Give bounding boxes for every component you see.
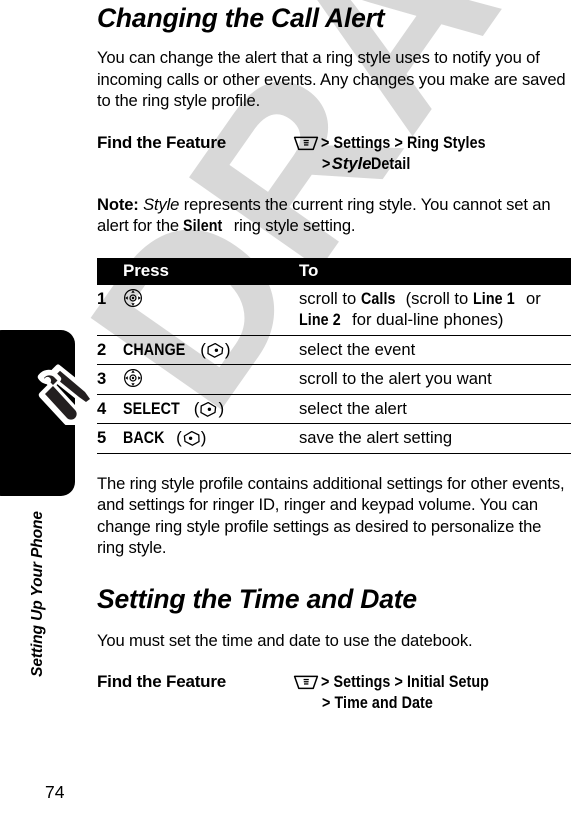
- table-row: 3 scroll to the alert you want: [97, 364, 571, 395]
- step-press-cell: SELECT ( ): [123, 394, 299, 425]
- step-press-label: CHANGE: [123, 339, 186, 359]
- page-title-2: Setting the Time and Date: [97, 583, 417, 614]
- step-number: 2: [97, 335, 123, 366]
- soft-key-right-icon: [206, 342, 225, 359]
- find-the-feature-path: > Settings > Ring Styles > Style Detail: [293, 132, 571, 174]
- step-number: 4: [97, 394, 123, 425]
- path-line2-suffix: Detail: [371, 153, 411, 173]
- steps-table-header-to: To: [299, 257, 571, 285]
- steps-table-header-press: Press: [123, 257, 299, 285]
- step-number: 5: [97, 423, 123, 454]
- find-the-feature-path-line2: > Style Detail: [293, 153, 571, 174]
- find-the-feature-block-1: Find the Feature > Settings > Ring Style…: [97, 132, 571, 174]
- step-action-t2: (scroll to: [400, 288, 473, 308]
- step-action-cell: select the event: [299, 335, 571, 366]
- step-action-t6: for dual-line phones): [347, 310, 504, 330]
- section-2-intro-paragraph: You must set the time and date to use th…: [97, 630, 473, 650]
- manual-page: Setting Up Your Phone 74 Changing the Ca…: [0, 0, 580, 819]
- step-number: 1: [97, 284, 123, 336]
- find-the-feature-path-2-text-2: > Time and Date: [322, 693, 433, 713]
- step-action-t0: scroll to: [299, 288, 361, 308]
- find-the-feature-path-text-1: > Settings > Ring Styles: [321, 132, 486, 152]
- menu-key-icon: [293, 674, 319, 690]
- section-intro-paragraph: You can change the alert that a ring sty…: [97, 48, 566, 111]
- find-the-feature-path-2-line1: > Settings > Initial Setup: [293, 671, 571, 692]
- page-content: Changing the Call Alert You can change t…: [97, 0, 571, 713]
- table-row: 4 SELECT ( ) select the alert: [97, 394, 571, 425]
- step-action-cell: select the alert: [299, 394, 571, 425]
- note-text-part2: ring style setting.: [229, 216, 356, 236]
- paren-open: (: [189, 398, 200, 418]
- find-the-feature-label-2: Find the Feature: [97, 672, 227, 692]
- table-row: 5 BACK ( ) save the alert setting: [97, 423, 571, 454]
- path-line2-prefix: >: [322, 153, 331, 173]
- menu-key-icon: [293, 135, 319, 150]
- find-the-feature-path-2-line2: > Time and Date: [293, 692, 571, 713]
- page-title: Changing the Call Alert: [97, 3, 385, 33]
- steps-table-header-num: [97, 257, 123, 285]
- path-line2-italic: Style: [331, 153, 372, 173]
- step-action-t4: or: [521, 288, 541, 308]
- section-outro-paragraph: The ring style profile contains addition…: [97, 473, 565, 558]
- find-the-feature-label: Find the Feature: [97, 132, 227, 152]
- note-italic-word: Style: [143, 194, 180, 214]
- table-row: 2 CHANGE ( ) select the event: [97, 335, 571, 366]
- find-the-feature-path-line1: > Settings > Ring Styles: [293, 132, 571, 153]
- find-the-feature-path-2: > Settings > Initial Setup > Time and Da…: [293, 671, 571, 713]
- wrench-screwdriver-icon: [28, 355, 100, 428]
- step-press-cell: CHANGE ( ): [123, 335, 299, 366]
- step-number: 3: [97, 364, 123, 395]
- nav-key-icon: [123, 368, 143, 388]
- soft-key-left-icon: [182, 430, 201, 447]
- step-action-keycap-calls: Calls: [360, 288, 396, 308]
- step-action-keycap-line2: Line 2: [299, 310, 341, 330]
- step-action-cell: scroll to the alert you want: [299, 364, 571, 395]
- step-press-cell: [123, 284, 299, 336]
- paren-close: ): [224, 339, 231, 359]
- step-press-label: SELECT: [123, 398, 180, 418]
- table-row: 1 scroll to Calls (scroll to Line 1 or L…: [97, 284, 571, 336]
- paren-open: (: [195, 339, 206, 359]
- step-press-label: BACK: [123, 428, 165, 448]
- steps-table-header-row: Press To: [97, 257, 571, 285]
- step-action-cell: scroll to Calls (scroll to Line 1 or Lin…: [299, 284, 571, 336]
- nav-key-icon: [123, 288, 143, 308]
- step-action-keycap-line1: Line 1: [472, 288, 515, 308]
- note-bold-word: Silent: [183, 216, 223, 236]
- step-press-cell: [123, 364, 299, 395]
- page-number: 74: [45, 782, 65, 802]
- steps-table: Press To 1 scroll to Calls (scroll to Li…: [97, 257, 571, 454]
- find-the-feature-path-2-text-1: > Settings > Initial Setup: [321, 672, 489, 692]
- note-prefix: Note:: [97, 194, 139, 214]
- paren-close: ): [200, 428, 207, 448]
- step-action-cell: save the alert setting: [299, 423, 571, 454]
- section-tab-label: Setting Up Your Phone: [29, 511, 46, 677]
- note-paragraph: Note: Style represents the current ring …: [97, 194, 571, 237]
- paren-close: ): [218, 398, 225, 418]
- paren-open: (: [171, 428, 182, 448]
- find-the-feature-block-2: Find the Feature > Settings > Initial Se…: [97, 671, 571, 713]
- step-press-cell: BACK ( ): [123, 423, 299, 454]
- soft-key-right-icon: [199, 401, 218, 418]
